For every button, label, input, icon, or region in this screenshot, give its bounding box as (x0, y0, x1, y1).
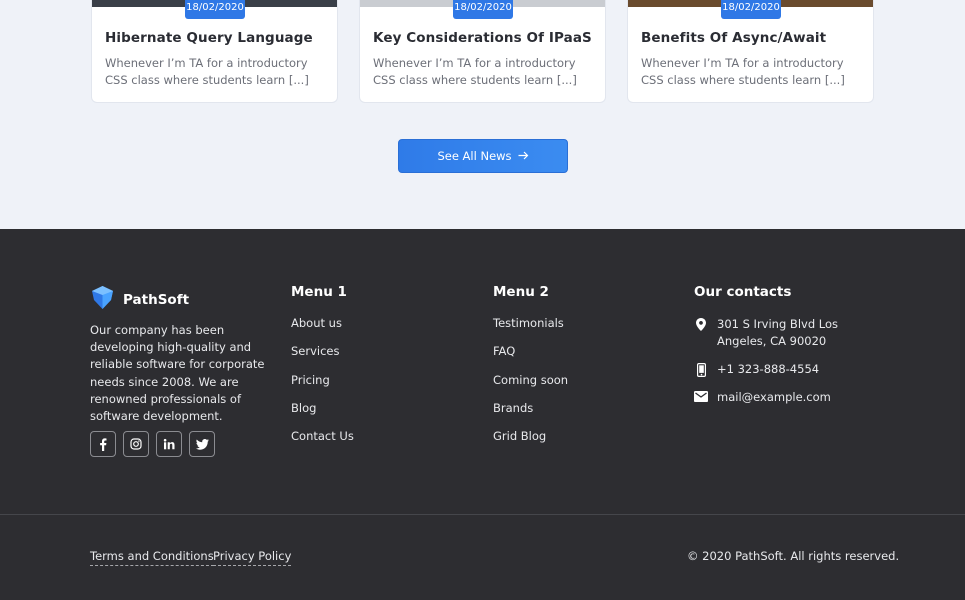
menu-1-title: Menu 1 (291, 284, 347, 300)
company-description: Our company has been developing high-qua… (90, 323, 265, 424)
menu-link-contact-us[interactable]: Contact Us (291, 429, 354, 457)
news-title[interactable]: Benefits Of Async/Await (641, 30, 826, 46)
news-date-badge: 18/02/2020 (185, 0, 245, 19)
news-title[interactable]: Hibernate Query Language (105, 30, 313, 46)
menu-link-testimonials[interactable]: Testimonials (493, 316, 568, 344)
menu-link-coming-soon[interactable]: Coming soon (493, 373, 568, 401)
brand-name: PathSoft (123, 291, 190, 308)
menu-link-about-us[interactable]: About us (291, 316, 354, 344)
news-excerpt: Whenever I’m TA for a introductory CSS c… (641, 56, 845, 87)
news-date-badge: 18/02/2020 (721, 0, 781, 19)
facebook-icon[interactable] (90, 431, 116, 457)
news-card[interactable]: 18/02/2020 Hibernate Query Language When… (91, 0, 338, 103)
footer-contacts: Our contacts 301 S Irving Blvd Los Angel… (694, 284, 877, 417)
news-excerpt: Whenever I’m TA for a introductory CSS c… (105, 56, 309, 87)
footer-menu-2: Menu 2 Testimonials FAQ Coming soon Bran… (493, 284, 568, 457)
menu-link-brands[interactable]: Brands (493, 401, 568, 429)
menu-link-grid-blog[interactable]: Grid Blog (493, 429, 568, 457)
news-excerpt: Whenever I’m TA for a introductory CSS c… (373, 56, 577, 87)
news-card[interactable]: 18/02/2020 Key Considerations Of IPaaS W… (359, 0, 606, 103)
footer-menu-1: Menu 1 About us Services Pricing Blog Co… (291, 284, 354, 457)
footer-divider (0, 514, 965, 515)
news-section: 18/02/2020 Hibernate Query Language When… (0, 0, 965, 229)
privacy-policy-link[interactable]: Privacy Policy (213, 549, 292, 566)
phone-icon (694, 361, 708, 378)
address-text: 301 S Irving Blvd Los Angeles, CA 90020 (717, 317, 839, 348)
mail-icon (694, 389, 708, 406)
contact-address: 301 S Irving Blvd Los Angeles, CA 90020 (694, 316, 877, 350)
terms-link[interactable]: Terms and Conditions (90, 549, 214, 566)
see-all-news-button[interactable]: See All News (398, 139, 568, 173)
contact-email[interactable]: mail@example.com (694, 389, 877, 406)
location-pin-icon (694, 316, 708, 350)
menu-link-faq[interactable]: FAQ (493, 344, 568, 372)
news-date-badge: 18/02/2020 (453, 0, 513, 19)
phone-text[interactable]: +1 323-888-4554 (717, 361, 819, 378)
email-text[interactable]: mail@example.com (717, 389, 831, 406)
instagram-icon[interactable] (123, 431, 149, 457)
shield-logo-icon (90, 285, 115, 314)
site-footer: PathSoft Our company has been developing… (0, 229, 965, 600)
copyright-text: © 2020 PathSoft. All rights reserved. (687, 549, 900, 563)
news-card[interactable]: 18/02/2020 Benefits Of Async/Await Whene… (627, 0, 874, 103)
twitter-icon[interactable] (189, 431, 215, 457)
menu-link-blog[interactable]: Blog (291, 401, 354, 429)
menu-link-services[interactable]: Services (291, 344, 354, 372)
menu-link-pricing[interactable]: Pricing (291, 373, 354, 401)
contacts-title: Our contacts (694, 284, 792, 300)
menu-2-title: Menu 2 (493, 284, 549, 300)
contact-phone[interactable]: +1 323-888-4554 (694, 361, 877, 378)
arrow-right-icon (518, 149, 529, 163)
news-title[interactable]: Key Considerations Of IPaaS (373, 30, 592, 46)
footer-brand[interactable]: PathSoft (90, 285, 189, 314)
social-links (90, 431, 215, 457)
see-all-news-label: See All News (437, 149, 512, 163)
linkedin-icon[interactable] (156, 431, 182, 457)
